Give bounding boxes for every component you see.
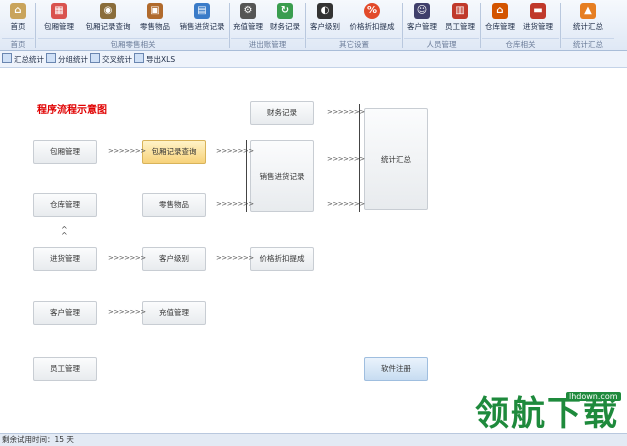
flow-staff-management[interactable]: 员工管理	[33, 357, 97, 381]
flow-arrow: >>>>>>>	[108, 308, 146, 316]
ribbon-separator	[480, 3, 481, 48]
summary-icon	[2, 53, 12, 63]
room-management-button[interactable]: ▦ 包厢管理	[40, 1, 78, 37]
export-xls-button[interactable]: 导出XLS	[134, 53, 175, 65]
flow-arrow: >>>>>>>	[108, 254, 146, 262]
level-icon: ◐	[317, 3, 333, 19]
export-icon	[134, 53, 144, 63]
sales-purchase-record-button[interactable]: ▤ 销售进货记录	[176, 1, 228, 37]
price-discount-button[interactable]: % 价格折扣提成	[346, 1, 398, 37]
room-record-query-button[interactable]: ◉ 包厢记录查询	[82, 1, 134, 37]
flow-arrow: >>>>>>>	[108, 147, 146, 155]
group-statistics-button[interactable]: 分组统计	[46, 53, 88, 65]
flow-arrow: >>>>>>>	[216, 200, 254, 208]
room-icon: ▦	[51, 3, 67, 19]
cross-statistics-button[interactable]: 交叉统计	[90, 53, 132, 65]
ribbon-separator	[35, 3, 36, 48]
flow-room-management[interactable]: 包厢管理	[33, 140, 97, 164]
flow-arrow: >>>>>>>	[216, 254, 254, 262]
flow-connector-line	[246, 140, 247, 212]
goods-icon: ▣	[147, 3, 163, 19]
group-label-room-retail: 包厢零售相关	[38, 38, 228, 50]
up-arrow-icon: ^ ^	[61, 225, 68, 240]
group-label-statistics: 统计汇总	[562, 38, 614, 50]
trial-remaining-text: 剩余试用时间：15 天	[2, 435, 74, 444]
gear-icon: ⚙	[240, 3, 256, 19]
flow-purchase-management[interactable]: 进货管理	[33, 247, 97, 271]
flow-room-record-query[interactable]: 包厢记录查询	[142, 140, 206, 164]
purchase-management-button[interactable]: ▬ 进货管理	[521, 1, 555, 37]
truck-icon: ▬	[530, 3, 546, 19]
chart-icon: ▲	[580, 3, 596, 19]
ribbon-toolbar: ⌂ 首页 ▦ 包厢管理 ◉ 包厢记录查询 ▣ 零售物品 ▤ 销售进货记录 ⚙ 充值管理 ↻ 财…	[0, 0, 627, 51]
percent-icon: %	[364, 3, 380, 19]
flow-retail-goods[interactable]: 零售物品	[142, 193, 206, 217]
home-button[interactable]: ⌂ 首页	[4, 1, 32, 37]
watermark-url: lhdown.com	[566, 392, 621, 401]
group-label-home: 首页	[2, 38, 34, 50]
flow-warehouse-management[interactable]: 仓库管理	[33, 193, 97, 217]
status-bar: 剩余试用时间：15 天	[0, 433, 627, 446]
group-label-other-settings: 其它设置	[307, 38, 401, 50]
statistics-toolbar: 汇总统计 分组统计 交叉统计 导出XLS	[0, 51, 627, 68]
ribbon-separator	[560, 3, 561, 48]
warehouse-management-button[interactable]: ⌂ 仓库管理	[483, 1, 517, 37]
group-label-personnel: 人员管理	[404, 38, 479, 50]
finance-record-button[interactable]: ↻ 财务记录	[268, 1, 302, 37]
ribbon-separator	[402, 3, 403, 48]
flow-customer-management[interactable]: 客户管理	[33, 301, 97, 325]
retail-goods-button[interactable]: ▣ 零售物品	[137, 1, 173, 37]
group-icon	[46, 53, 56, 63]
flow-customer-level[interactable]: 客户级别	[142, 247, 206, 271]
flow-connector-line	[359, 104, 360, 212]
cross-icon	[90, 53, 100, 63]
group-label-warehouse: 仓库相关	[482, 38, 559, 50]
customer-level-button[interactable]: ◐ 客户级别	[308, 1, 342, 37]
flow-title: 程序流程示意图	[37, 105, 107, 116]
flow-statistics-summary[interactable]: 统计汇总	[364, 108, 428, 210]
customer-management-button[interactable]: ☺ 客户管理	[405, 1, 439, 37]
recharge-management-button[interactable]: ⚙ 充值管理	[231, 1, 265, 37]
customer-icon: ☺	[414, 3, 430, 19]
flow-price-discount[interactable]: 价格折扣提成	[250, 247, 314, 271]
statistics-summary-button[interactable]: ▲ 统计汇总	[568, 1, 608, 37]
staff-management-button[interactable]: ▥ 员工管理	[443, 1, 477, 37]
warehouse-icon: ⌂	[492, 3, 508, 19]
home-icon: ⌂	[10, 3, 26, 19]
sales-icon: ▤	[194, 3, 210, 19]
staff-icon: ▥	[452, 3, 468, 19]
flow-arrow: >>>>>>>	[216, 147, 254, 155]
flow-software-register[interactable]: 软件注册	[364, 357, 428, 381]
flow-finance-record[interactable]: 财务记录	[250, 101, 314, 125]
refresh-icon: ↻	[277, 3, 293, 19]
summary-statistics-button[interactable]: 汇总统计	[2, 53, 44, 65]
flow-recharge-management[interactable]: 充值管理	[142, 301, 206, 325]
group-label-accounts: 进出账管理	[231, 38, 304, 50]
record-icon: ◉	[100, 3, 116, 19]
ribbon-separator	[305, 3, 306, 48]
ribbon-separator	[229, 3, 230, 48]
flow-sales-purchase-record[interactable]: 销售进货记录	[250, 140, 314, 212]
